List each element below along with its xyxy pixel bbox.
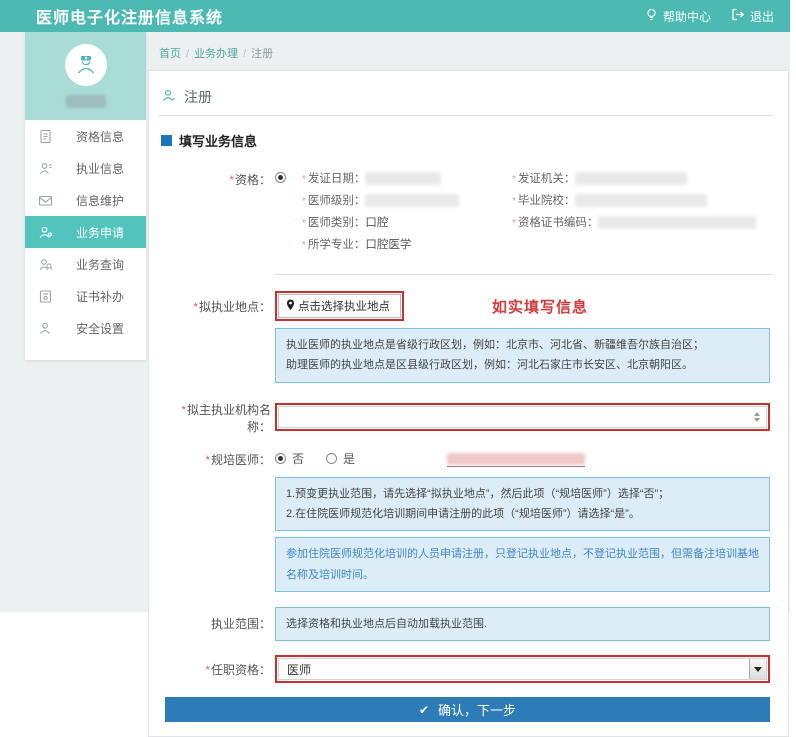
major-field: *所学专业：口腔医学: [302, 236, 512, 252]
trainee-hint-box: 1.预变更执业范围，请先选择“拟执业地点”，然后此项（“规培医师”）选择“否”；…: [275, 477, 770, 532]
redacted-value: [365, 194, 459, 207]
trainee-note-box: 参加住院医师规范化培训的人员申请注册，只登记执业地点，不登记执业范围，但需备注培…: [275, 537, 770, 592]
combobox-spinner-icon[interactable]: [754, 412, 760, 422]
redacted-value: [575, 194, 707, 207]
main-organization-row: *拟主执业机构名称：: [159, 400, 772, 435]
app-window: 医师电子化注册信息系统 帮助中心 退出: [0, 0, 790, 612]
app-header: 医师电子化注册信息系统 帮助中心 退出: [0, 0, 790, 32]
trainee-yes-label: 是: [343, 450, 355, 467]
main-organization-label: 拟主执业机构名称：: [187, 403, 271, 434]
sidebar-item-practice-info[interactable]: 执业信息: [25, 152, 146, 184]
practice-scope-label: 执业范围：: [211, 617, 271, 631]
sidebar: 资格信息 执业信息 信息维护 业务申请 业务查询: [25, 32, 146, 360]
trainee-no-label: 否: [292, 450, 304, 467]
mail-icon: [38, 193, 53, 208]
sidebar-item-qualification-info[interactable]: 资格信息: [25, 120, 146, 152]
doctor-category-field: *医师类别：口腔: [302, 214, 512, 230]
sidebar-item-business-application[interactable]: 业务申请: [25, 216, 146, 248]
practice-location-label: 拟执业地点：: [199, 300, 271, 314]
trainee-doctor-label: 规培医师：: [211, 453, 271, 467]
page-title: 注册: [159, 85, 772, 116]
dropdown-arrow-icon[interactable]: [749, 659, 766, 679]
certificate-icon: [38, 289, 53, 304]
qualification-radio[interactable]: [275, 172, 286, 183]
location-hint-box: 执业医师的执业地点是省级行政区划，例如：北京市、河北省、新疆维吾尔族自治区； 助…: [275, 328, 770, 383]
breadcrumb-business[interactable]: 业务办理: [194, 48, 238, 60]
trainee-doctor-row: *规培医师： 否 是: [159, 450, 772, 468]
graduate-school-field: *毕业院校：: [512, 192, 756, 208]
sidebar-item-security-settings[interactable]: 安全设置: [25, 312, 146, 344]
user-apply-icon: [38, 225, 53, 240]
section-title: 填写业务信息: [161, 131, 772, 150]
location-pin-icon: [286, 299, 295, 314]
redacted-note: [447, 451, 585, 467]
check-icon: ✔: [419, 703, 429, 717]
issuing-authority-field: *发证机关：: [512, 170, 756, 186]
user-search-icon: [38, 257, 53, 272]
sidebar-item-certificate-reissue[interactable]: 证书补办: [25, 280, 146, 312]
confirm-next-button[interactable]: ✔ 确认，下一步: [165, 697, 770, 722]
breadcrumb-separator: /: [186, 48, 189, 60]
redacted-value: [598, 216, 756, 229]
user-card-icon: [38, 161, 53, 176]
annotation-red-box: [275, 403, 770, 431]
annotation-red-box: 医师: [275, 655, 770, 683]
redacted-value: [575, 172, 687, 185]
content-panel: 注册 填写业务信息 *资格： *发证日期：: [148, 70, 789, 737]
annotation-text: 如实填写信息: [492, 296, 588, 317]
help-center-link[interactable]: 帮助中心: [645, 8, 711, 25]
user-profile: [25, 32, 146, 120]
avatar: [65, 44, 107, 86]
section-bullet-icon: [161, 135, 172, 146]
job-qualification-value: 医师: [287, 661, 311, 678]
issue-date-field: *发证日期：: [302, 170, 512, 186]
logout-link[interactable]: 退出: [731, 8, 774, 25]
select-location-button[interactable]: 点击选择执业地点: [278, 294, 401, 318]
breadcrumb-home[interactable]: 首页: [159, 48, 181, 60]
breadcrumb: 首页 / 业务办理 / 注册: [148, 40, 789, 70]
practice-location-row: *拟执业地点： 点击选择执业地点 如实填写信息: [159, 291, 772, 321]
job-qualification-select[interactable]: 医师: [278, 658, 767, 680]
certificate-number-field: *资格证书编码：: [512, 214, 756, 230]
sidebar-item-business-query[interactable]: 业务查询: [25, 248, 146, 280]
job-qualification-row: *任职资格： 医师: [159, 655, 772, 683]
qualification-row: *资格： *发证日期： *医师级别：: [159, 170, 772, 275]
user-shield-icon: [38, 321, 53, 336]
practice-scope-hint-box: 选择资格和执业地点后自动加载执业范围.: [275, 607, 770, 641]
practice-scope-row: 执业范围： 选择资格和执业地点后自动加载执业范围.: [159, 607, 772, 641]
main-content: 首页/业务办理/注册 注册 填写业务信息 *资格：: [148, 40, 789, 737]
app-title: 医师电子化注册信息系统: [36, 4, 223, 28]
breadcrumb-separator: /: [243, 48, 246, 60]
logout-icon: [731, 8, 745, 24]
annotation-red-box: 点击选择执业地点: [275, 291, 404, 321]
redacted-value: [365, 172, 441, 185]
main-organization-select[interactable]: [278, 406, 767, 428]
job-qualification-label: 任职资格：: [211, 663, 271, 677]
user-icon: [161, 88, 176, 106]
redacted-username: [66, 95, 106, 108]
doctor-level-field: *医师级别：: [302, 192, 512, 208]
sidebar-item-info-maintenance[interactable]: 信息维护: [25, 184, 146, 216]
qualification-label: 资格：: [235, 173, 271, 187]
lightbulb-icon: [645, 8, 658, 25]
registration-form: *资格： *发证日期： *医师级别：: [159, 170, 772, 722]
breadcrumb-current: 注册: [251, 48, 273, 60]
trainee-yes-radio[interactable]: [326, 453, 337, 464]
document-icon: [38, 129, 53, 144]
trainee-no-radio[interactable]: [275, 453, 286, 464]
